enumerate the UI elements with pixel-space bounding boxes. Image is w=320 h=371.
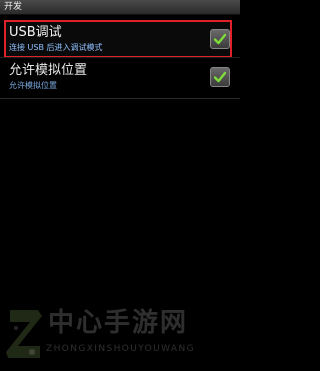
pref-usb-debugging[interactable]: USB调试 连接 USB 后进入调试模式 <box>0 20 240 60</box>
usb-debugging-checkbox[interactable] <box>210 29 230 49</box>
mock-location-checkbox[interactable] <box>210 67 230 87</box>
pref-summary: 允许模拟位置 <box>9 81 57 90</box>
zx-logo-icon <box>6 310 42 358</box>
pref-allow-mock-location[interactable]: 允许模拟位置 允许模拟位置 <box>0 58 240 98</box>
title-bar: 开发 <box>0 0 240 15</box>
watermark-text: 中心手游网 <box>48 308 189 338</box>
pref-summary: 连接 USB 后进入调试模式 <box>9 43 103 52</box>
checkmark-icon <box>213 33 227 45</box>
checkmark-icon <box>213 71 227 83</box>
pref-label: 允许模拟位置 <box>9 63 88 78</box>
pref-label: USB调试 <box>9 25 62 40</box>
divider <box>0 98 240 99</box>
watermark: 中心手游网 ZHONGXINSHOUYOUWANG <box>0 300 240 371</box>
watermark-subtext: ZHONGXINSHOUYOUWANG <box>46 344 195 354</box>
page-title: 开发 <box>4 2 23 12</box>
